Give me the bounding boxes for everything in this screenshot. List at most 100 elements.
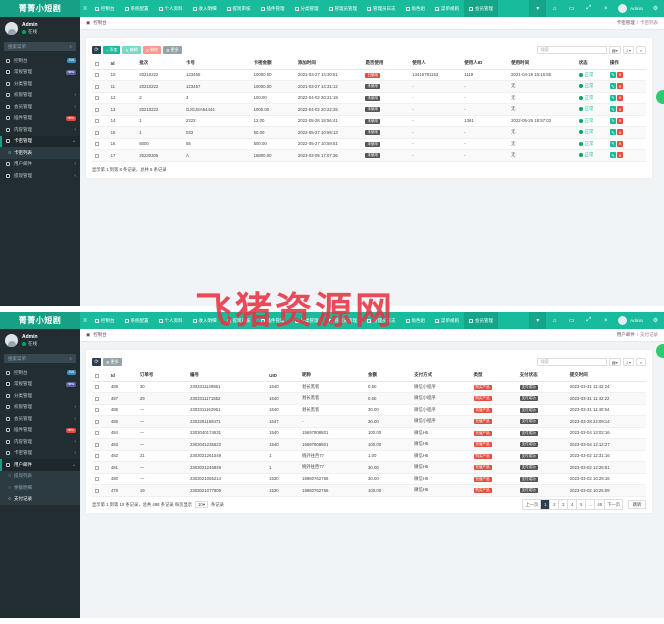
column-header[interactable]: 卡号 [183, 58, 251, 70]
table-row[interactable]: 12 2 3 100.00 2022-04-02 20:21:19 未使用 - - 无 正常 ✎ ✕ [92, 92, 646, 104]
column-header[interactable]: 批次 [136, 58, 184, 70]
page-button[interactable]: 2 [550, 500, 560, 509]
nav-tab[interactable]: 会员管理 [464, 312, 498, 329]
row-checkbox-cell[interactable] [92, 473, 108, 485]
edit-icon[interactable]: ✎ [609, 83, 616, 90]
checkbox-icon[interactable] [95, 153, 99, 158]
edit-icon[interactable]: ✎ [609, 129, 616, 136]
breadcrumb-item[interactable]: 卡密列表 [640, 20, 658, 26]
row-checkbox-cell[interactable] [92, 126, 108, 139]
sidebar-item[interactable]: 插件管理 new [0, 113, 80, 125]
column-header[interactable]: 操作 [606, 58, 646, 70]
column-header[interactable]: 使用时间 [508, 58, 576, 70]
table-row[interactable]: 14 1 2222 12.00 2022-05-26 18:56:41 未使用 - 1361 2… [92, 115, 646, 127]
column-header[interactable]: 状态 [575, 58, 607, 70]
row-checkbox-cell[interactable] [92, 438, 108, 451]
checkbox-icon[interactable] [95, 142, 99, 147]
nav-tab[interactable]: 角色组 [401, 312, 431, 329]
nav-tab[interactable]: 菜单规则 [430, 0, 464, 17]
row-checkbox-cell[interactable] [92, 149, 108, 162]
table-row[interactable]: 483 — 2303041235622 1540 15697808801 100.00 微信… [92, 438, 646, 451]
fullscreen-icon[interactable]: ⤢ [580, 0, 597, 17]
sidebar-item[interactable]: 常规管理 new [0, 379, 80, 391]
checkbox-icon[interactable] [95, 61, 99, 66]
delete-icon[interactable]: ✕ [616, 140, 623, 147]
close-icon[interactable]: × [597, 0, 614, 17]
checkbox-icon[interactable] [95, 96, 99, 101]
table-row[interactable]: 484 — 2303040174631 1540 15697808801 100.00 微信… [92, 427, 646, 439]
nav-tab[interactable]: 系统配置 [120, 312, 154, 329]
sidebar-item[interactable]: 卡密管理 ‹ [0, 448, 80, 460]
checkbox-icon[interactable] [95, 488, 99, 493]
navbar-user[interactable]: Admin [614, 4, 647, 13]
table-search-input[interactable]: 搜索 [536, 46, 607, 54]
row-checkbox-cell[interactable] [92, 427, 108, 439]
tab-dropdown-icon[interactable]: ▾ [529, 0, 547, 17]
menu-search-input[interactable]: 搜索菜单 ⌕ [4, 42, 76, 51]
select-all-checkbox[interactable] [92, 58, 108, 70]
sidebar-item[interactable]: 权限管理 ‹ [0, 90, 80, 102]
sidebar-item[interactable]: 提现管理 ‹ [0, 170, 80, 182]
sidebar-item[interactable]: 插件管理 new [0, 425, 80, 437]
brand-logo[interactable]: 菁菁小短剧 [0, 312, 80, 329]
more-button[interactable]: ⚙ 更多 [103, 358, 122, 366]
edit-button[interactable]: ✎ 编辑 [122, 46, 141, 54]
nav-tab[interactable]: 角色组 [401, 0, 431, 17]
column-header[interactable]: 使用人ID [461, 58, 509, 70]
page-button[interactable]: 5 [577, 500, 587, 509]
nav-tab[interactable]: 菜单规则 [430, 312, 464, 329]
table-row[interactable]: 16 5000 55 500.00 2022-05-27 10:59:51 未使用 - - 无 正… [92, 138, 646, 150]
columns-icon[interactable]: ▦▾ [608, 358, 621, 366]
column-header[interactable]: 使用人 [409, 58, 462, 70]
navbar-user[interactable]: Admin [614, 316, 647, 325]
row-checkbox-cell[interactable] [92, 392, 108, 405]
checkbox-icon[interactable] [95, 442, 99, 447]
delete-icon[interactable]: ✕ [616, 94, 623, 101]
sidebar-subitem[interactable]: ○ 支付记录 [0, 493, 80, 505]
nav-tab[interactable]: 分类管理 [290, 0, 324, 17]
row-checkbox-cell[interactable] [92, 92, 108, 104]
menu-toggle-icon[interactable]: ≡ [80, 318, 90, 324]
row-checkbox-cell[interactable] [92, 484, 108, 497]
row-checkbox-cell[interactable] [92, 80, 108, 93]
row-checkbox-cell[interactable] [92, 415, 108, 428]
close-icon[interactable]: × [597, 312, 614, 329]
row-checkbox-cell[interactable] [92, 103, 108, 116]
sidebar-item[interactable]: 控制台 hot [0, 55, 80, 67]
sidebar-item[interactable]: 分类管理 [0, 390, 80, 402]
sidebar-item[interactable]: 卡密管理 ⌄ [0, 135, 80, 147]
table-row[interactable]: 488 30 2303311149961 1640 划长黑客 0.50 微信小程序 购买产品 支… [92, 381, 646, 393]
column-header[interactable]: 提交时间 [566, 370, 646, 382]
nav-tab[interactable]: 个人资料 [154, 312, 188, 329]
trash-icon[interactable]: ▭ [563, 0, 580, 17]
sidebar-item[interactable]: 内容管理 ‹ [0, 436, 80, 448]
page-button[interactable]: 49 [595, 500, 606, 509]
breadcrumb-item[interactable]: 用户邮件 [617, 332, 635, 338]
table-row[interactable]: 487 29 2303311171552 1640 划长黑客 0.50 微信小程序 购买产品 支… [92, 392, 646, 405]
sidebar-subitem[interactable]: ○ 提现列表 [0, 470, 80, 482]
page-button[interactable]: 上一页 [523, 500, 542, 509]
column-header[interactable]: 卡密金额 [250, 58, 295, 70]
search-toggle-icon[interactable]: ⌕ [636, 358, 646, 366]
sidebar-subitem[interactable]: ○ 余额明细 [0, 482, 80, 494]
column-header[interactable]: 支付方式 [411, 370, 471, 382]
column-header[interactable]: 订单号 [136, 370, 187, 382]
per-page-select[interactable]: 10 ▾ [195, 501, 208, 508]
brand-logo[interactable]: 菁菁小短剧 [0, 0, 80, 17]
add-button[interactable]: + 添加 [103, 46, 121, 54]
checkbox-icon[interactable] [95, 477, 99, 482]
sidebar-item[interactable]: 用户邮件 ⌄ [0, 459, 80, 471]
checkbox-icon[interactable] [95, 465, 99, 470]
columns-icon[interactable]: ▦▾ [608, 46, 621, 54]
table-row[interactable]: 13 20210222 GJGJSA54444 1000.00 2022-04-02 2… [92, 103, 646, 116]
menu-toggle-icon[interactable]: ≡ [80, 6, 90, 12]
delete-icon[interactable]: ✕ [616, 71, 623, 78]
delete-icon[interactable]: ✕ [616, 152, 623, 159]
nav-tab[interactable]: 会员管理 [464, 0, 498, 17]
edit-icon[interactable]: ✎ [609, 71, 616, 78]
row-checkbox-cell[interactable] [92, 450, 108, 462]
sidebar-item[interactable]: 内容管理 ‹ [0, 124, 80, 136]
breadcrumb-item[interactable]: 支付记录 [640, 332, 658, 338]
sidebar-item[interactable]: 会员管理 ‹ [0, 101, 80, 113]
row-checkbox-cell[interactable] [92, 381, 108, 393]
